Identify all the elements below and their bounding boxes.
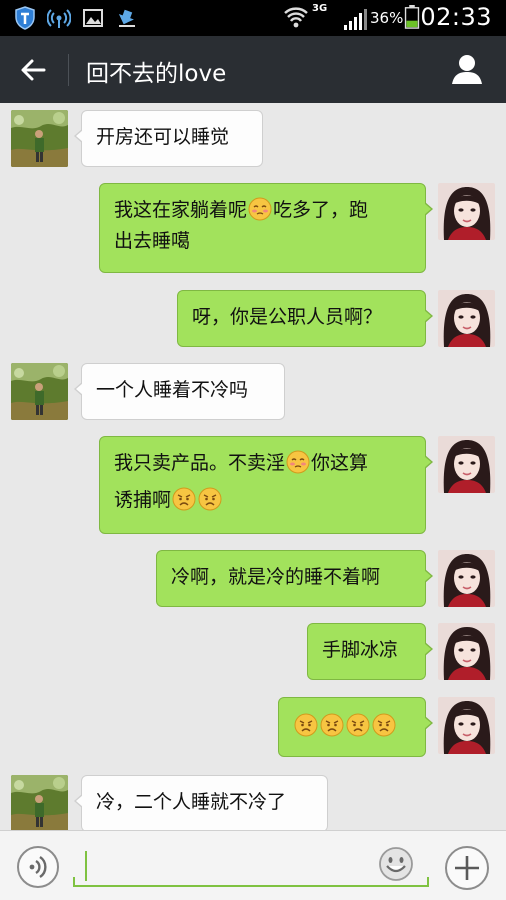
blush-emoji-icon — [286, 450, 310, 474]
message-text: 一个人睡着不冷吗 — [96, 379, 249, 401]
message-text: 我只卖产品。不卖淫 — [114, 452, 286, 474]
message-text: 你这算 — [311, 452, 369, 474]
message-text: 开房还可以睡觉 — [96, 126, 230, 148]
title-bar: 回不去的love — [0, 36, 506, 103]
chat-area[interactable]: 开房还可以睡觉 我这在家躺着呢 吃多了，跑 出去睡噶 呀，你是公职人员啊？ 一个人… — [0, 103, 506, 830]
sad-emoji-icon — [294, 713, 318, 737]
message-text: 吃多了，跑 — [273, 199, 369, 221]
message-outgoing[interactable]: 呀，你是公职人员啊？ — [177, 290, 433, 347]
shield-icon — [15, 6, 35, 30]
message-outgoing[interactable]: 我只卖产品。不卖淫 你这算 诱捕啊 — [99, 436, 433, 534]
message-incoming[interactable]: 开房还可以睡觉 — [74, 110, 263, 167]
my-avatar[interactable] — [438, 550, 495, 607]
sad-emoji-icon — [372, 713, 396, 737]
wifi-icon — [284, 7, 308, 28]
message-outgoing[interactable]: 冷啊，就是冷的睡不着啊 — [156, 550, 433, 607]
signal-icon — [344, 9, 367, 30]
message-incoming[interactable]: 一个人睡着不冷吗 — [74, 363, 285, 420]
title-divider — [68, 54, 69, 86]
message-incoming[interactable]: 冷，二个人睡就不冷了 — [74, 775, 328, 830]
my-avatar[interactable] — [438, 623, 495, 680]
my-avatar[interactable] — [438, 436, 495, 493]
message-text: 冷，二个人睡就不冷了 — [96, 791, 287, 813]
back-arrow-icon[interactable] — [18, 55, 48, 85]
sad-emoji-icon — [320, 713, 344, 737]
smiley-icon[interactable] — [378, 846, 414, 882]
message-text: 出去睡噶 — [114, 230, 191, 252]
message-input[interactable] — [73, 845, 429, 887]
battery-percent: 36% — [370, 9, 404, 27]
contact-avatar[interactable] — [11, 363, 68, 420]
download-icon — [118, 9, 135, 27]
chat-title: 回不去的love — [86, 61, 227, 87]
message-text: 手脚冰凉 — [322, 639, 399, 661]
sad-emoji-icon — [172, 487, 196, 511]
image-icon — [83, 9, 103, 27]
sad-emoji-icon — [198, 487, 222, 511]
person-icon[interactable] — [450, 52, 484, 86]
message-text: 呀，你是公职人员啊？ — [192, 306, 383, 328]
network-type: 3G — [312, 3, 328, 14]
my-avatar[interactable] — [438, 290, 495, 347]
wifi-hotspot-icon — [47, 9, 71, 28]
sad-emoji-icon — [346, 713, 370, 737]
blush-emoji-icon — [248, 197, 272, 221]
battery-icon — [404, 5, 420, 29]
plus-icon[interactable] — [444, 845, 490, 891]
contact-avatar[interactable] — [11, 110, 68, 167]
message-outgoing[interactable] — [278, 697, 433, 757]
message-outgoing[interactable]: 我这在家躺着呢 吃多了，跑 出去睡噶 — [99, 183, 433, 273]
message-text: 我这在家躺着呢 — [114, 199, 248, 221]
text-cursor — [85, 851, 87, 881]
message-text: 诱捕啊 — [114, 489, 172, 511]
contact-avatar[interactable] — [11, 775, 68, 830]
clock: 02:33 — [420, 3, 492, 31]
status-bar: 3G 36% 02:33 — [0, 0, 506, 36]
my-avatar[interactable] — [438, 697, 495, 754]
message-text: 冷啊，就是冷的睡不着啊 — [171, 566, 381, 588]
my-avatar[interactable] — [438, 183, 495, 240]
input-bar — [0, 830, 506, 900]
voice-icon[interactable] — [16, 845, 60, 889]
message-outgoing[interactable]: 手脚冰凉 — [307, 623, 433, 680]
